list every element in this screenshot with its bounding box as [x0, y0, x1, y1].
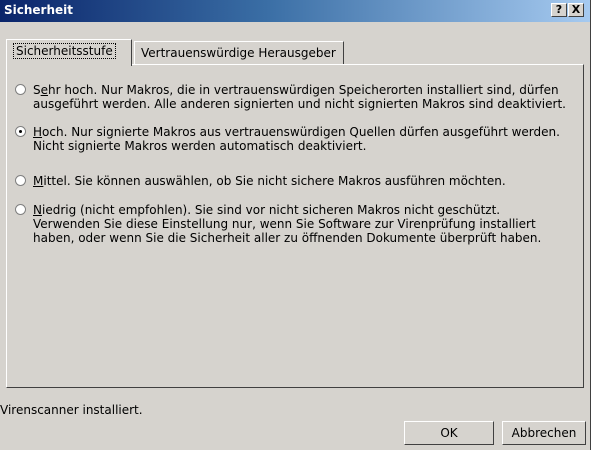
tab-security-level[interactable]: Sicherheitsstufe: [6, 39, 132, 66]
option-low-text: iedrig (nicht empfohlen). Sie sind vor n…: [33, 203, 542, 245]
help-button[interactable]: ?: [551, 3, 567, 17]
option-very-high[interactable]: Sehr hoch. Nur Makros, die in vertrauens…: [15, 83, 568, 111]
option-high-text: och. Nur signierte Makros aus vertrauens…: [33, 125, 560, 153]
tab-trusted-publishers[interactable]: Vertrauenswürdige Herausgeber: [134, 41, 344, 65]
option-low[interactable]: Niedrig (nicht empfohlen). Sie sind vor …: [15, 203, 568, 245]
title-bar[interactable]: Sicherheit ? X: [0, 0, 590, 22]
option-medium[interactable]: Mittel. Sie können auswählen, ob Sie nic…: [15, 174, 568, 188]
radio-very-high[interactable]: [15, 84, 26, 95]
cancel-button[interactable]: Abbrechen: [502, 421, 586, 445]
option-high[interactable]: Hoch. Nur signierte Makros aus vertrauen…: [15, 125, 568, 153]
ok-button[interactable]: OK: [404, 421, 494, 445]
tab-trusted-publishers-label: Vertrauenswürdige Herausgeber: [141, 46, 336, 60]
radio-low[interactable]: [15, 204, 26, 215]
security-dialog: Sicherheit ? X Sicherheitsstufe Vertraue…: [0, 0, 591, 450]
option-low-accel: N: [33, 203, 42, 217]
option-very-high-prefix: S: [33, 83, 41, 97]
option-very-high-accel: e: [40, 83, 49, 97]
close-button[interactable]: X: [568, 3, 584, 17]
security-level-panel: Sehr hoch. Nur Makros, die in vertrauens…: [6, 64, 584, 388]
antivirus-status: Virenscanner installiert.: [0, 403, 143, 417]
option-high-accel: H: [33, 125, 43, 139]
dialog-title: Sicherheit: [4, 3, 73, 17]
radio-medium[interactable]: [15, 175, 26, 186]
option-medium-accel: M: [33, 174, 44, 188]
option-medium-text: ittel. Sie können auswählen, ob Sie nich…: [43, 174, 506, 188]
option-very-high-text: hr hoch. Nur Makros, die in vertrauenswü…: [33, 83, 566, 111]
radio-high[interactable]: [15, 126, 26, 137]
tab-security-level-label: Sicherheitsstufe: [13, 43, 116, 59]
